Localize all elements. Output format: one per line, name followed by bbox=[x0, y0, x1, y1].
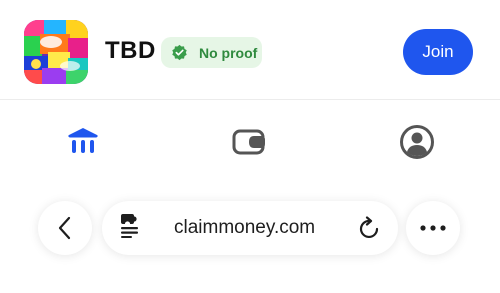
tab-wallet[interactable] bbox=[229, 122, 269, 162]
profile-icon bbox=[400, 125, 434, 159]
candy-collage-icon bbox=[24, 20, 88, 84]
tab-profile[interactable] bbox=[397, 122, 437, 162]
chevron-left-icon bbox=[58, 216, 71, 240]
url-text[interactable]: claimmoney.com bbox=[174, 217, 315, 239]
app-icon bbox=[24, 20, 88, 84]
page: TBD No proof Join claimmoney.com bbox=[0, 0, 500, 293]
status-badge: No proof bbox=[161, 37, 262, 68]
join-button[interactable]: Join bbox=[403, 29, 473, 75]
tab-bank[interactable] bbox=[63, 122, 103, 162]
check-badge-icon bbox=[172, 44, 187, 61]
header: TBD No proof Join bbox=[0, 0, 500, 100]
more-button[interactable] bbox=[406, 201, 460, 255]
badge-label: No proof bbox=[199, 44, 258, 61]
reload-icon[interactable] bbox=[359, 216, 381, 240]
bank-icon bbox=[68, 128, 98, 153]
wallet-icon bbox=[232, 129, 265, 155]
back-button[interactable] bbox=[38, 201, 92, 255]
app-title: TBD bbox=[105, 37, 156, 64]
more-icon bbox=[420, 225, 446, 231]
divider bbox=[0, 99, 500, 100]
puzzle-document-icon bbox=[121, 214, 138, 238]
